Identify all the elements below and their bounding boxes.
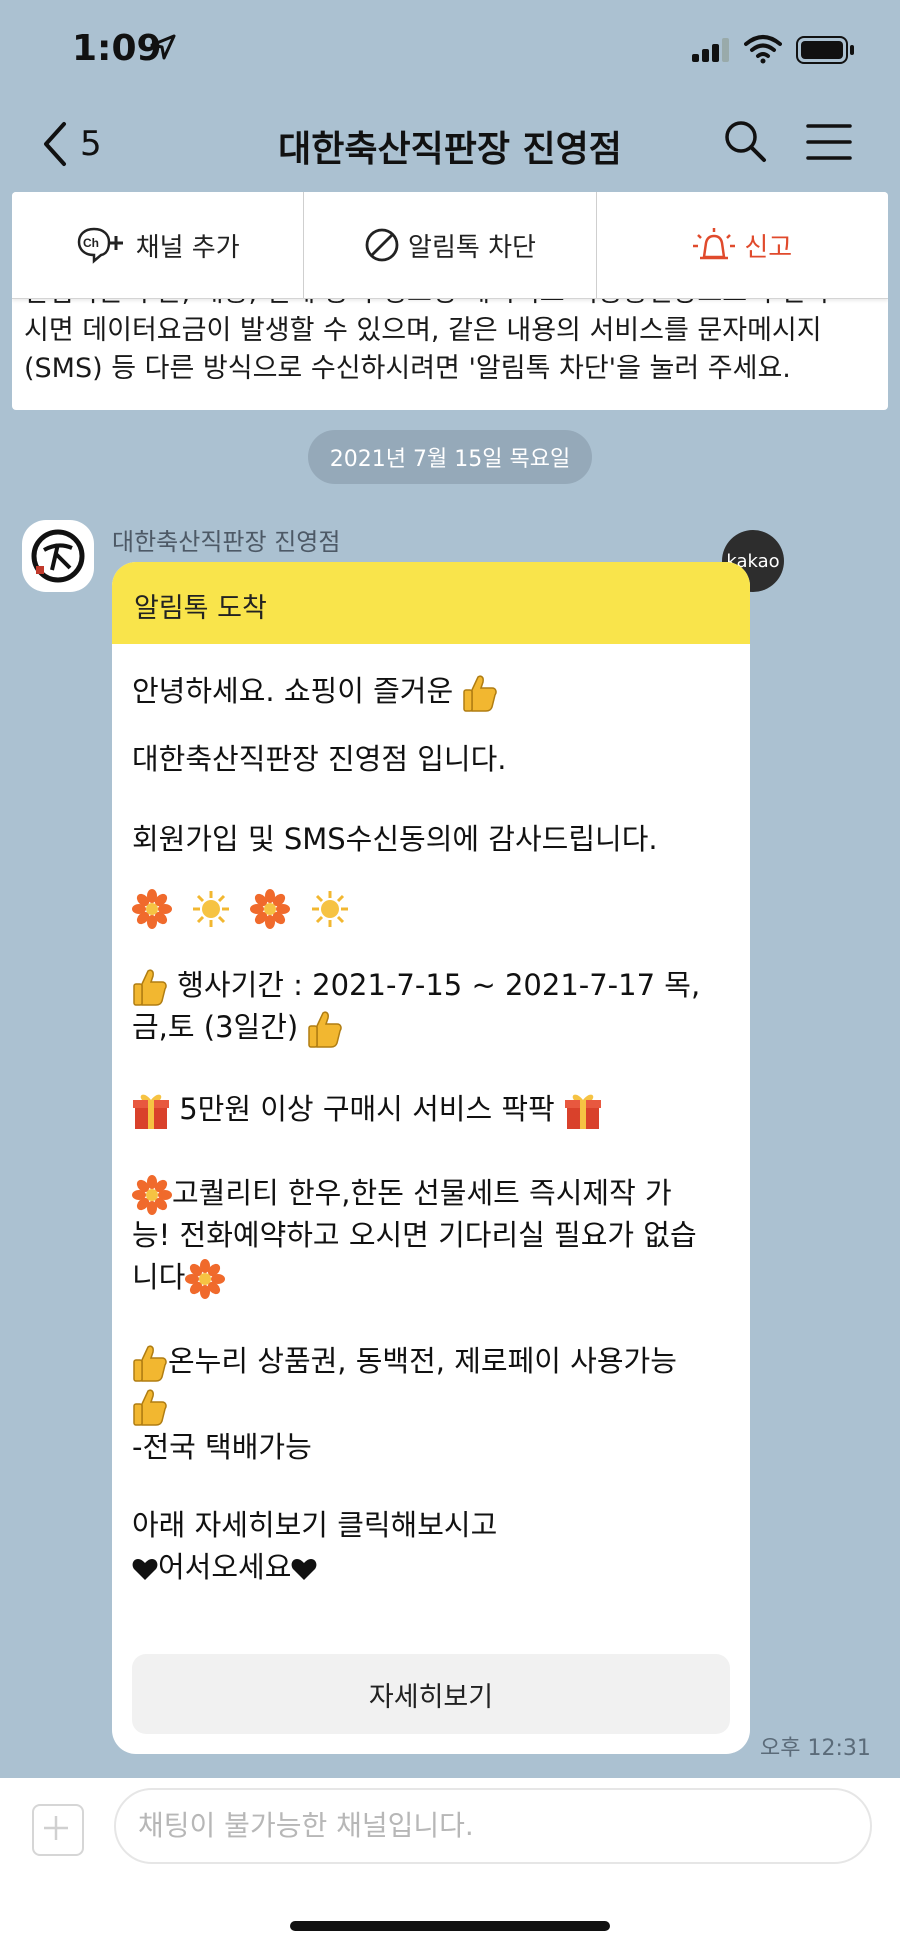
message-line: 행사기간 : 2021-7-15 ~ 2021-7-17 목, [132, 964, 700, 1006]
attach-button[interactable] [32, 1804, 84, 1856]
message-text: 금,토 (3일간) [132, 1010, 299, 1044]
thumbs-up-icon [133, 1389, 167, 1426]
message-text: 능! 전화예약하고 오시면 기다리실 필요가 없습 [132, 1218, 697, 1252]
notice-text-line: 시면 데이터요금이 발생할 수 있으며, 같은 내용의 서비스를 문자메시지 [24, 315, 822, 346]
thumbs-up-icon [133, 1345, 167, 1382]
message-line [132, 1384, 168, 1426]
message-header: 알림톡 도착 [112, 562, 750, 644]
status-time: 1:09 [72, 28, 162, 69]
hamburger-menu-icon [806, 124, 852, 160]
report-label: 신고 [744, 232, 793, 263]
message-line: 고퀄리티 한우,한돈 선물세트 즉시제작 가 [132, 1172, 672, 1215]
nav-bar: 5 대한축산직판장 진영점 [0, 104, 900, 184]
message-line: 어서오세요 [132, 1546, 317, 1588]
message-line: 회원가입 및 SMS수신동의에 감사드립니다. [132, 818, 658, 860]
svg-text:Ch: Ch [83, 236, 99, 250]
message-text: 고퀄리티 한우,한돈 선물세트 즉시제작 가 [172, 1176, 672, 1210]
block-icon [365, 228, 399, 262]
thumbs-up-icon [133, 969, 167, 1006]
message-text: 안녕하세요. 쇼핑이 즐거운 [132, 674, 454, 708]
add-channel-label: 채널 추가 [135, 232, 240, 263]
store-logo-icon [31, 529, 85, 583]
flower-icon [132, 1175, 172, 1215]
message-timestamp: 오후 12:31 [760, 1736, 871, 1761]
flower-icon [132, 889, 172, 929]
block-alimtalk-button[interactable]: 알림톡 차단 [304, 192, 597, 298]
view-details-button[interactable]: 자세히보기 [132, 1654, 730, 1734]
menu-button[interactable] [806, 122, 852, 166]
message-text: 니다 [132, 1260, 186, 1294]
notice-actions: Ch 채널 추가 알림톡 차단 신고 [12, 192, 888, 299]
message-text: 회원가입 및 SMS수신동의에 감사드립니다. [132, 822, 658, 856]
sender-name: 대한축산직판장 진영점 [112, 528, 341, 556]
add-channel-button[interactable]: Ch 채널 추가 [12, 192, 305, 298]
chat-input[interactable]: 채팅이 불가능한 채널입니다. [114, 1788, 872, 1864]
message-line: -전국 택배가능 [132, 1426, 312, 1468]
message-header-title: 알림톡 도착 [134, 593, 267, 624]
message-text: 대한축산직판장 진영점 입니다. [132, 742, 507, 776]
signal-icon [692, 38, 729, 62]
wifi-icon [744, 35, 782, 64]
message-text: 행사기간 : 2021-7-15 ~ 2021-7-17 목, [177, 968, 701, 1002]
gift-icon [133, 1094, 169, 1129]
message-line: 대한축산직판장 진영점 입니다. [132, 738, 507, 780]
sun-icon [193, 891, 230, 927]
message-line: 5만원 이상 구매시 서비스 팍팍 [132, 1088, 602, 1131]
avatar[interactable] [22, 520, 94, 592]
thumbs-up-icon [308, 1011, 343, 1048]
message-text: 5만원 이상 구매시 서비스 팍팍 [179, 1092, 555, 1126]
status-bar: 1:09 [0, 0, 900, 100]
message-line: 안녕하세요. 쇼핑이 즐거운 [132, 670, 498, 712]
message-line: 니다 [132, 1256, 226, 1299]
message-line: 아래 자세히보기 클릭해보시고 [132, 1504, 497, 1546]
thumbs-up-icon [463, 675, 498, 712]
location-arrow-icon [150, 34, 176, 60]
flower-icon [250, 889, 291, 929]
channel-add-icon: Ch [77, 227, 123, 264]
message-line: 온누리 상품권, 동백전, 제로페이 사용가능 [132, 1340, 677, 1382]
home-indicator [290, 1921, 610, 1931]
search-icon [725, 121, 766, 162]
plus-icon [44, 1816, 68, 1840]
message-text: 어서오세요 [158, 1550, 292, 1584]
message-line: 금,토 (3일간) [132, 1006, 343, 1048]
notice-text-line: (SMS) 등 다른 방식으로 수신하시려면 '알림톡 차단'을 눌러 주세요. [24, 353, 791, 384]
message-text: 온누리 상품권, 동백전, 제로페이 사용가능 [168, 1344, 677, 1378]
input-bar: 채팅이 불가능한 채널입니다. [0, 1778, 900, 1948]
message-bubble: 알림톡 도착 안녕하세요. 쇼핑이 즐거운 대한축산직판장 진영점 입니다. 회… [112, 562, 750, 1754]
message-line: 능! 전화예약하고 오시면 기다리실 필요가 없습 [132, 1214, 697, 1256]
notice-card: 알림톡은 주문, 배송, 결제 등의 정보성 메시지로 이동통신망으로 수신하 … [12, 192, 888, 410]
heart-icon [291, 1559, 317, 1580]
search-button[interactable] [722, 118, 768, 168]
heart-icon [132, 1559, 158, 1580]
siren-icon [693, 228, 736, 260]
block-alimtalk-label: 알림톡 차단 [408, 232, 536, 263]
message-text: 아래 자세히보기 클릭해보시고 [132, 1508, 498, 1542]
message-text: -전국 택배가능 [132, 1430, 312, 1464]
flower-icon [185, 1259, 226, 1299]
emoji-row [132, 886, 350, 929]
date-separator: 2021년 7월 15일 목요일 [308, 430, 592, 484]
gift-icon [564, 1094, 601, 1129]
report-button[interactable]: 신고 [597, 192, 888, 298]
sun-icon [311, 891, 348, 927]
battery-icon [796, 36, 854, 64]
